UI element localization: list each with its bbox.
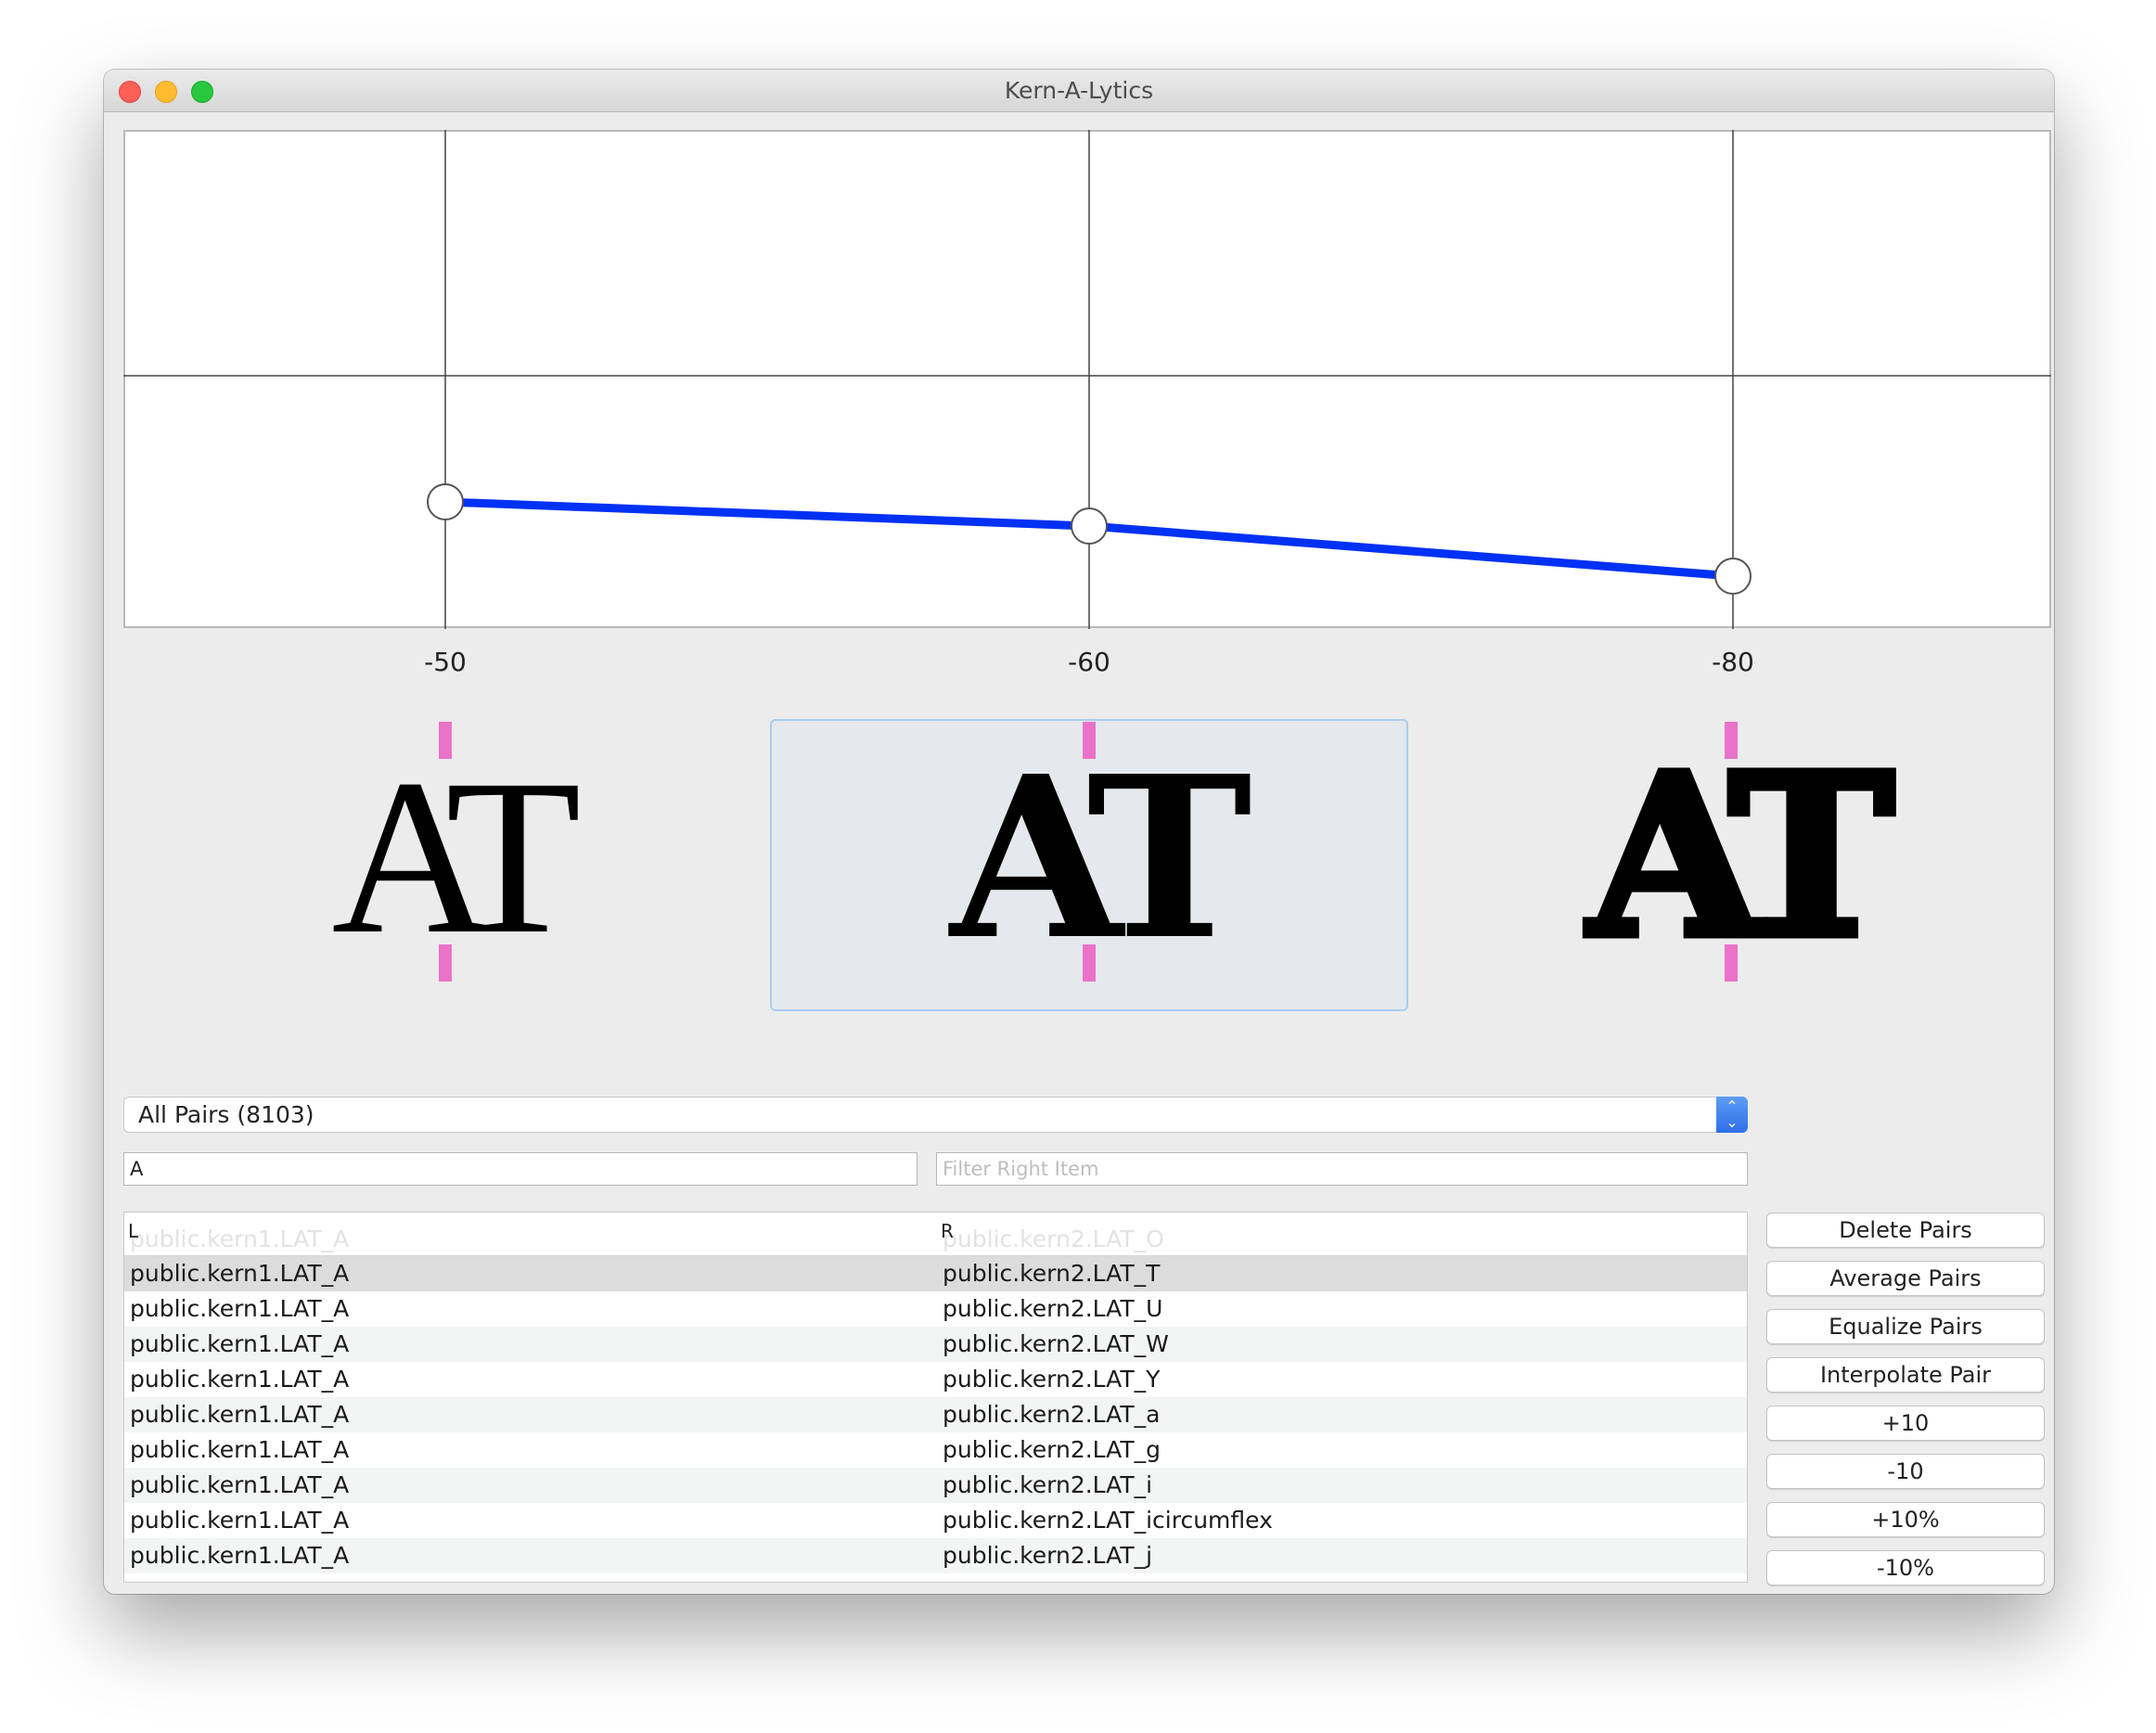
row-left-item: public.kern1.LAT_A (130, 1542, 350, 1569)
row-right-item: public.kern2.LAT_Y (943, 1366, 1161, 1393)
pair-set-popup[interactable]: All Pairs (8103) ⌃ ⌄ (123, 1097, 1748, 1133)
pair-preview-text: AT (1585, 725, 1899, 987)
equalize-pairs-button[interactable]: Equalize Pairs (1766, 1309, 2045, 1344)
kern-value-master-2: -60 (1068, 647, 1110, 677)
row-left-item: public.kern1.LAT_A (130, 1366, 350, 1393)
pair-preview-light[interactable]: AT (130, 719, 761, 1011)
filter-right-input[interactable] (936, 1152, 1748, 1186)
kern-point-master-2[interactable] (1071, 507, 1108, 545)
table-row[interactable]: public.kern1.LAT_A public.kern2.LAT_g (124, 1432, 1747, 1468)
table-row[interactable]: public.kern1.LAT_A public.kern2.LAT_Y (124, 1362, 1747, 1397)
plus-10-button[interactable]: +10 (1766, 1406, 2045, 1441)
row-left-item: public.kern1.LAT_A (130, 1471, 350, 1498)
row-right-item: public.kern2.LAT_i (943, 1471, 1153, 1498)
app-window: Kern-A-Lytics -50 -60 -80 AT AT AT All P… (104, 70, 2054, 1594)
row-right-item: public.kern2.LAT_W (943, 1330, 1169, 1357)
pair-preview-text: AT (950, 727, 1252, 989)
row-right-item: public.kern2.LAT_j (943, 1542, 1153, 1569)
window-title: Kern-A-Lytics (1004, 77, 1154, 104)
interpolate-pair-button[interactable]: Interpolate Pair (1766, 1357, 2045, 1393)
kern-marker-bottom (439, 944, 452, 982)
table-row[interactable]: public.kern1.LAT_A public.kern2.LAT_T (124, 1256, 1747, 1291)
kern-point-master-3[interactable] (1714, 558, 1752, 595)
row-left-item: public.kern1.LAT_A (130, 1260, 350, 1287)
filter-left-input[interactable] (123, 1152, 918, 1186)
row-right-item: public.kern2.LAT_U (943, 1295, 1163, 1322)
row-right-item: public.kern2.LAT_g (943, 1436, 1161, 1463)
kern-value-master-1: -50 (424, 647, 467, 677)
row-left-item: public.kern1.LAT_A (130, 1295, 350, 1322)
row-right-item: public.kern2.LAT_T (943, 1260, 1161, 1287)
average-pairs-button[interactable]: Average Pairs (1766, 1261, 2045, 1296)
table-row[interactable]: public.kern1.LAT_A public.kern2.LAT_a (124, 1397, 1747, 1432)
pair-preview-black[interactable]: AT (1416, 719, 2047, 1011)
kern-point-master-1[interactable] (427, 483, 464, 520)
row-left-item: public.kern1.LAT_A (130, 1507, 350, 1534)
pair-table[interactable]: public.kern1.LAT_A public.kern2.LAT_O L … (123, 1212, 1748, 1583)
table-row[interactable]: public.kern1.LAT_A public.kern2.LAT_W (124, 1327, 1747, 1362)
chevron-updown-icon: ⌃ ⌄ (1716, 1097, 1748, 1133)
minus-10-percent-button[interactable]: -10% (1766, 1550, 2045, 1585)
row-left-item: public.kern1.LAT_A (130, 1401, 350, 1428)
row-right-item: public.kern2.LAT_a (943, 1401, 1161, 1428)
column-header-right[interactable]: R (941, 1220, 954, 1242)
row-right-item: public.kern2.LAT_icircumflex (943, 1507, 1273, 1534)
kern-marker-bottom (1725, 944, 1738, 982)
table-row[interactable]: public.kern1.LAT_A public.kern2.LAT_i (124, 1468, 1747, 1503)
column-header-left[interactable]: L (128, 1220, 138, 1242)
table-row[interactable]: public.kern1.LAT_A public.kern2.LAT_j (124, 1538, 1747, 1573)
kern-value-master-3: -80 (1712, 647, 1754, 677)
table-row[interactable]: public.kern1.LAT_A public.kern2.LAT_U (124, 1291, 1747, 1327)
scrolled-row-right: public.kern2.LAT_O (943, 1226, 1164, 1252)
kern-graph[interactable] (123, 130, 2051, 629)
scrolled-row-left: public.kern1.LAT_A (130, 1226, 350, 1252)
plus-10-percent-button[interactable]: +10% (1766, 1502, 2045, 1537)
pair-preview-text: AT (331, 733, 581, 980)
graph-frame (123, 130, 2051, 628)
pair-preview-bold[interactable]: AT (770, 719, 1408, 1011)
row-left-item: public.kern1.LAT_A (130, 1436, 350, 1463)
pair-set-selected: All Pairs (8103) (138, 1101, 314, 1128)
kern-marker-bottom (1083, 944, 1096, 982)
delete-pairs-button[interactable]: Delete Pairs (1766, 1213, 2045, 1248)
row-left-item: public.kern1.LAT_A (130, 1330, 350, 1357)
minus-10-button[interactable]: -10 (1766, 1454, 2045, 1489)
table-header: public.kern1.LAT_A public.kern2.LAT_O L … (124, 1213, 1747, 1256)
title-bar: Kern-A-Lytics (104, 70, 2054, 112)
table-row[interactable]: public.kern1.LAT_A public.kern2.LAT_icir… (124, 1503, 1747, 1538)
